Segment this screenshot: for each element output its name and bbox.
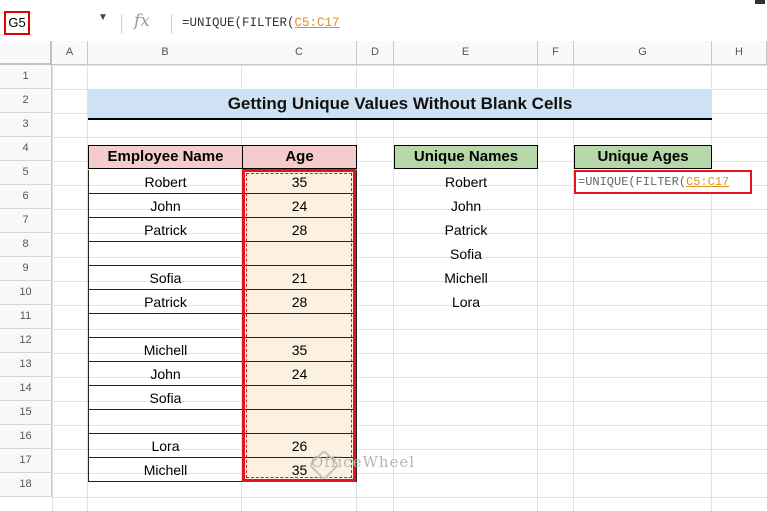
age-cell[interactable]: 24 (242, 362, 357, 386)
grid-line (573, 65, 574, 511)
chevron-down-icon[interactable]: ▼ (98, 12, 108, 23)
unique-name-cell[interactable]: Patrick (394, 218, 538, 242)
column-header[interactable]: C (242, 41, 357, 65)
row-header[interactable]: 4 (0, 137, 52, 161)
age-cell[interactable]: 21 (242, 266, 357, 290)
age-cell[interactable]: 35 (242, 338, 357, 362)
unique-name-cell[interactable]: Michell (394, 266, 538, 290)
row-header[interactable]: 8 (0, 233, 52, 257)
row-header[interactable]: 5 (0, 161, 52, 185)
employee-name-cell[interactable]: Patrick (88, 290, 243, 314)
column-header[interactable]: E (394, 41, 538, 65)
row-header[interactable]: 14 (0, 377, 52, 401)
employee-name-header[interactable]: Employee Name (88, 145, 243, 169)
employee-name-cell[interactable]: Sofia (88, 386, 243, 410)
row-header[interactable]: 11 (0, 305, 52, 329)
employee-name-cell[interactable]: Patrick (88, 218, 243, 242)
formula-input[interactable]: =UNIQUE(FILTER(C5:C17 (182, 16, 340, 30)
formula-text: =UNIQUE(FILTER( (182, 16, 295, 30)
row-header[interactable]: 7 (0, 209, 52, 233)
unique-name-cell[interactable]: Sofia (394, 242, 538, 266)
column-header[interactable]: A (52, 41, 88, 65)
employee-name-cell[interactable] (88, 314, 243, 338)
column-header[interactable]: D (357, 41, 394, 65)
unique-names-header[interactable]: Unique Names (394, 145, 538, 169)
unique-ages-header[interactable]: Unique Ages (574, 145, 712, 169)
age-cell[interactable] (242, 410, 357, 434)
age-cell[interactable] (242, 242, 357, 266)
column-header[interactable]: F (538, 41, 574, 65)
row-header[interactable]: 9 (0, 257, 52, 281)
age-cell[interactable] (242, 386, 357, 410)
row-header[interactable]: 17 (0, 449, 52, 473)
select-all-corner[interactable] (0, 41, 52, 65)
unique-name-cell[interactable]: John (394, 194, 538, 218)
divider (121, 14, 122, 34)
sheet-title[interactable]: Getting Unique Values Without Blank Cell… (88, 89, 712, 120)
unique-name-cell[interactable]: Lora (394, 290, 538, 314)
watermark-text: OfficeWheel (311, 453, 416, 471)
row-header[interactable]: 12 (0, 329, 52, 353)
active-cell-editor[interactable]: =UNIQUE(FILTER(C5:C17 (574, 170, 752, 194)
row-header[interactable]: 18 (0, 473, 52, 497)
divider (171, 14, 172, 34)
row-header[interactable]: 1 (0, 65, 52, 89)
age-cell[interactable]: 35 (242, 170, 357, 194)
employee-name-cell[interactable]: Robert (88, 170, 243, 194)
row-header[interactable]: 2 (0, 89, 52, 113)
name-box[interactable]: G5 (4, 11, 30, 35)
employee-name-cell[interactable]: Lora (88, 434, 243, 458)
employee-name-cell[interactable] (88, 410, 243, 434)
age-cell[interactable] (242, 314, 357, 338)
row-header[interactable]: 6 (0, 185, 52, 209)
employee-name-cell[interactable] (88, 242, 243, 266)
grid-line (711, 65, 712, 511)
formula-text: =UNIQUE(FILTER( (578, 175, 687, 189)
column-header[interactable]: G (574, 41, 712, 65)
row-header[interactable]: 10 (0, 281, 52, 305)
age-cell[interactable]: 24 (242, 194, 357, 218)
fx-icon: fx (134, 11, 150, 31)
row-header[interactable]: 3 (0, 113, 52, 137)
employee-name-cell[interactable]: Sofia (88, 266, 243, 290)
formula-range-ref: C5:C17 (686, 175, 730, 189)
column-header[interactable]: H (712, 41, 767, 65)
employee-name-cell[interactable]: Michell (88, 458, 243, 482)
window-edge-mark (755, 0, 765, 4)
employee-name-cell[interactable]: John (88, 194, 243, 218)
age-cell[interactable]: 28 (242, 290, 357, 314)
employee-name-cell[interactable]: John (88, 362, 243, 386)
formula-range-ref: C5:C17 (294, 16, 340, 30)
row-header[interactable]: 15 (0, 401, 52, 425)
row-header[interactable]: 13 (0, 353, 52, 377)
unique-name-cell[interactable]: Robert (394, 170, 538, 194)
column-header[interactable]: B (88, 41, 243, 65)
employee-name-cell[interactable]: Michell (88, 338, 243, 362)
formula-bar: G5 ▼ fx =UNIQUE(FILTER(C5:C17 (0, 0, 767, 42)
age-cell[interactable]: 28 (242, 218, 357, 242)
row-header[interactable]: 16 (0, 425, 52, 449)
age-header[interactable]: Age (242, 145, 357, 169)
